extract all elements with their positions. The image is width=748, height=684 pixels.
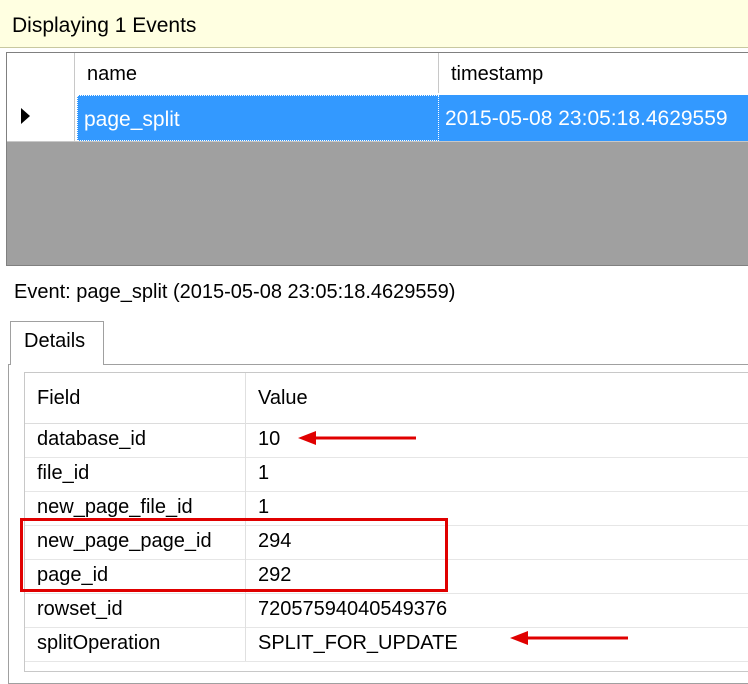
cell-timestamp[interactable]: 2015-05-08 23:05:18.4629559 bbox=[439, 95, 748, 141]
column-header-timestamp[interactable]: timestamp bbox=[439, 53, 748, 93]
event-title: Event: page_split (2015-05-08 23:05:18.4… bbox=[14, 281, 456, 303]
column-header-name[interactable]: name bbox=[75, 53, 439, 93]
events-grid: name timestamp page_split 2015-05-08 23:… bbox=[6, 52, 748, 266]
details-row-rowset-id[interactable]: rowset_id 72057594040549376 bbox=[25, 593, 748, 628]
details-row-split-operation[interactable]: splitOperation SPLIT_FOR_UPDATE bbox=[25, 627, 748, 662]
table-row[interactable]: page_split 2015-05-08 23:05:18.4629559 bbox=[7, 93, 748, 142]
row-selector[interactable] bbox=[7, 93, 75, 141]
value-column-header[interactable]: Value bbox=[258, 387, 308, 410]
status-banner: Displaying 1 Events bbox=[0, 0, 748, 48]
arrow-left-icon bbox=[298, 431, 416, 445]
field-column-header[interactable]: Field bbox=[37, 387, 80, 410]
details-row-file-id[interactable]: file_id 1 bbox=[25, 457, 748, 492]
current-row-arrow-icon bbox=[21, 108, 30, 124]
grid-header: name timestamp bbox=[7, 53, 748, 94]
arrow-left-icon bbox=[510, 631, 628, 645]
banner-text: Displaying 1 Events bbox=[12, 14, 197, 37]
cell-name[interactable]: page_split bbox=[77, 95, 439, 141]
details-header: Field Value bbox=[25, 373, 748, 424]
column-divider bbox=[245, 373, 246, 423]
row-header-corner bbox=[7, 53, 75, 93]
tab-details[interactable]: Details bbox=[10, 321, 104, 365]
highlight-box bbox=[20, 518, 448, 592]
